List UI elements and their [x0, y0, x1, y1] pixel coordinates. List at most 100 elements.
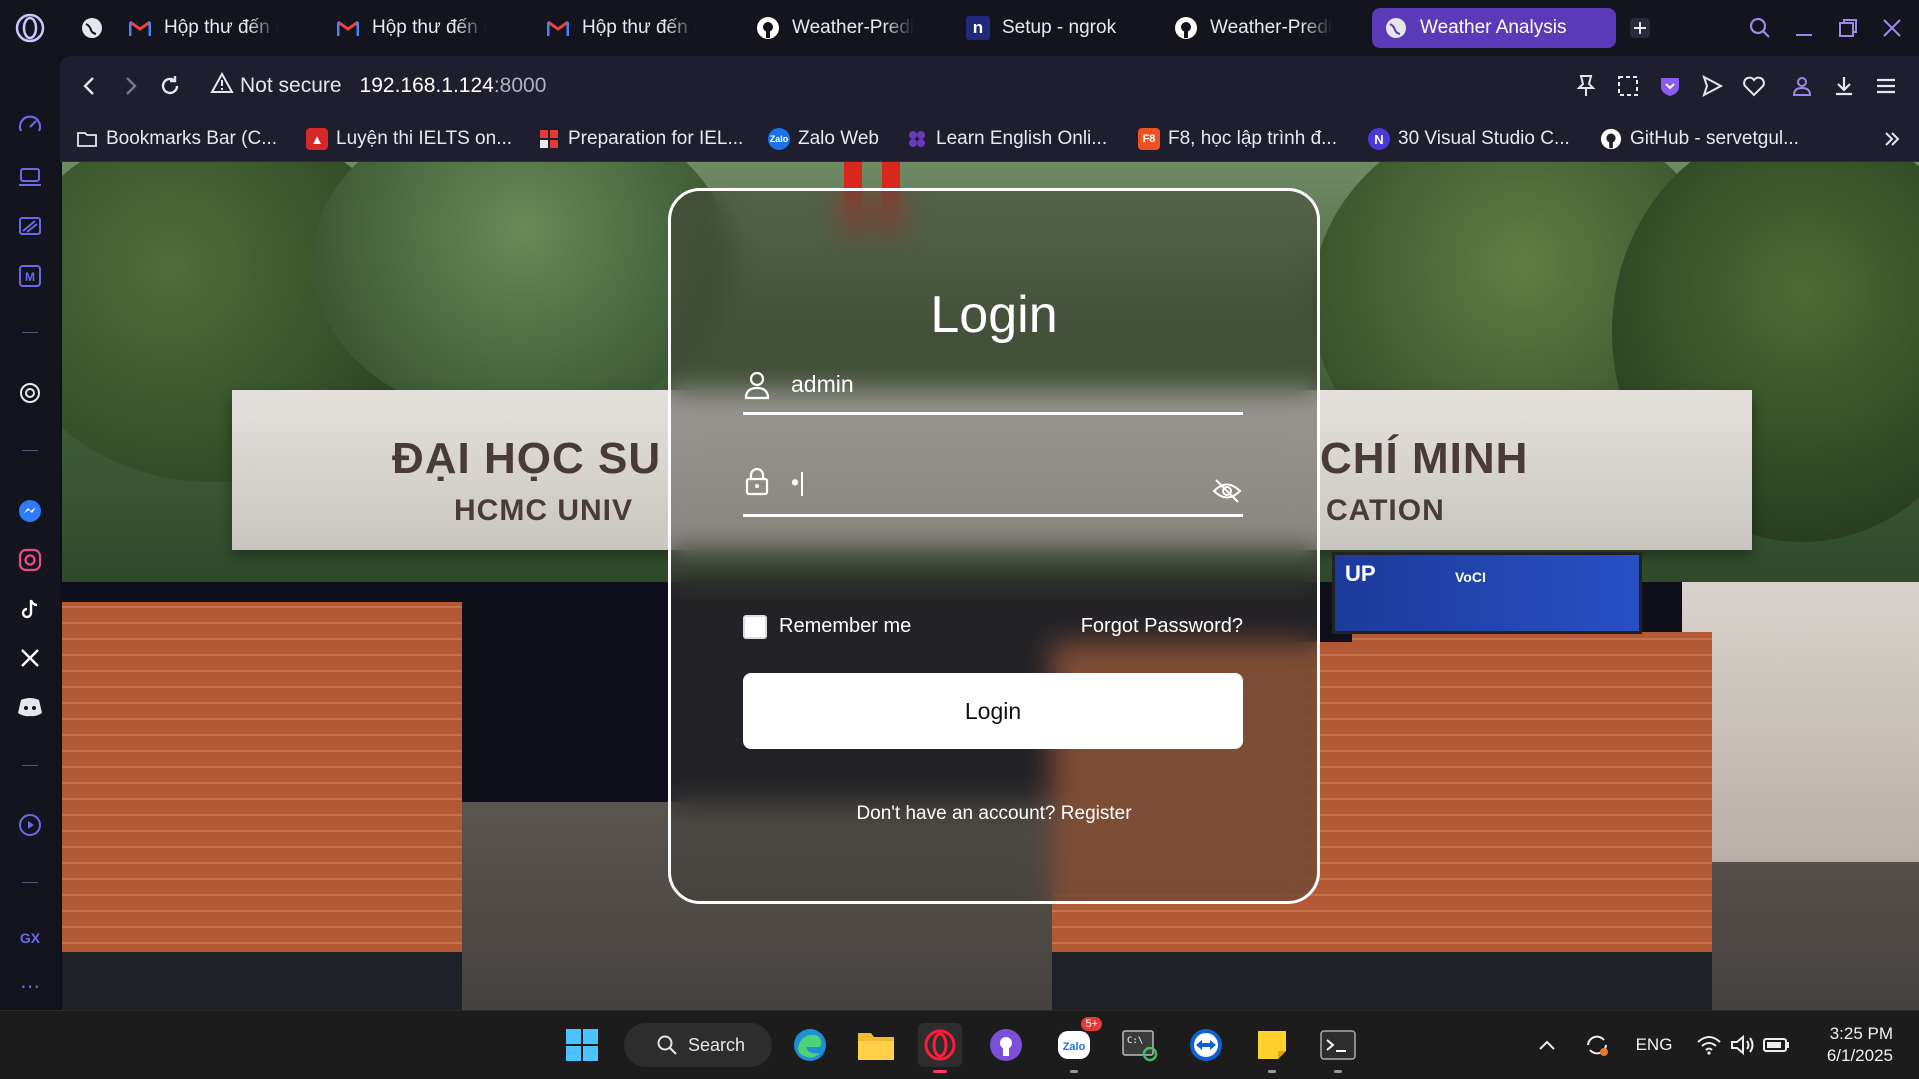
forward-arrow-icon[interactable]	[114, 70, 146, 102]
led-screen: UP VoCI	[1332, 552, 1642, 634]
warning-triangle-icon[interactable]	[210, 71, 234, 100]
sign-text: CATION	[1326, 494, 1445, 527]
bookmark-folder[interactable]: Bookmarks Bar (C...	[76, 124, 277, 154]
screen-text: UP	[1345, 561, 1376, 586]
github-desktop-icon[interactable]	[984, 1023, 1028, 1067]
sync-icon[interactable]	[1580, 1029, 1614, 1061]
username-field[interactable]: admin	[743, 359, 1243, 415]
show-hidden-icons-chevron-icon[interactable]	[1534, 1029, 1560, 1061]
bookmark-f8[interactable]: F8 F8, học lập trình đ...	[1138, 124, 1337, 154]
tab-gmail-2[interactable]: Hộp thư đến (3.6	[324, 8, 486, 48]
pin-icon[interactable]	[1570, 70, 1602, 102]
easy-setup-menu-icon[interactable]	[1870, 70, 1902, 102]
terminal-icon[interactable]	[1316, 1023, 1360, 1073]
close-window-icon[interactable]	[1874, 10, 1910, 46]
bookmark-label: Zalo Web	[798, 128, 879, 149]
learn-english-icon	[906, 128, 928, 150]
bookmark-zalo[interactable]: Zalo Zalo Web	[768, 124, 879, 154]
heart-icon[interactable]	[1738, 70, 1770, 102]
chatgpt-icon[interactable]	[14, 377, 46, 409]
discord-icon[interactable]	[14, 691, 46, 723]
x-twitter-icon[interactable]	[14, 642, 46, 674]
tab-github-1[interactable]: Weather-Predict	[744, 8, 914, 48]
tab-gmail-1[interactable]: Hộp thư đến (1.7	[116, 8, 278, 48]
bookmark-ielts[interactable]: ▲ Luyện thi IELTS on...	[306, 124, 512, 154]
download-icon[interactable]	[1828, 70, 1860, 102]
lock-icon	[743, 465, 771, 497]
url-host: 192.168.1.124	[359, 74, 494, 97]
bookmark-label: Preparation for IEL...	[568, 128, 744, 149]
tab-weather-analysis[interactable]: Weather Analysis	[1372, 8, 1616, 48]
workspaces-icon[interactable]	[14, 210, 46, 242]
tab-gmail-3[interactable]: Hộp thư đến (56	[534, 8, 696, 48]
forgot-password-link[interactable]: Forgot Password?	[1081, 615, 1243, 638]
remember-me-label[interactable]: Remember me	[779, 615, 911, 638]
aria-icon[interactable]	[14, 160, 46, 192]
instagram-icon[interactable]	[14, 544, 46, 576]
messenger-icon[interactable]	[14, 495, 46, 527]
tiktok-icon[interactable]	[14, 593, 46, 625]
minimize-icon[interactable]	[1786, 10, 1822, 46]
username-input[interactable]: admin	[791, 371, 854, 398]
login-button[interactable]: Login	[743, 673, 1243, 749]
tab-github-2[interactable]: Weather-Predict	[1162, 8, 1332, 48]
edge-icon[interactable]	[788, 1023, 832, 1067]
teamviewer-icon[interactable]	[1184, 1023, 1228, 1067]
bookmark-vscode[interactable]: N 30 Visual Studio C...	[1368, 124, 1570, 154]
sign-text: CHÍ MINH	[1320, 434, 1529, 483]
speed-dial-icon[interactable]	[14, 110, 46, 142]
gmail-icon	[128, 16, 152, 40]
mail-app-icon[interactable]: M	[14, 260, 46, 292]
system-clock[interactable]: 3:25 PM 6/1/2025	[1827, 1023, 1893, 1067]
windows-start-icon[interactable]	[560, 1023, 604, 1067]
profile-icon[interactable]	[1786, 70, 1818, 102]
send-flow-icon[interactable]	[1696, 70, 1728, 102]
reload-icon[interactable]	[154, 70, 186, 102]
more-icon[interactable]: ⋯	[14, 970, 46, 1002]
address-bar[interactable]: Not secure 192.168.1.124:8000	[210, 70, 546, 102]
gmail-icon	[546, 16, 570, 40]
login-title: Login	[930, 286, 1058, 344]
zalo-taskbar-icon[interactable]: Zalo 5+	[1052, 1017, 1102, 1073]
remember-me-checkbox[interactable]	[743, 615, 767, 639]
password-input[interactable]: •	[791, 469, 804, 496]
password-field[interactable]: •	[743, 447, 1243, 517]
opera-logo-icon[interactable]	[14, 12, 46, 44]
sign-text: ĐẠI HỌC SU	[392, 434, 662, 483]
github-icon	[1174, 16, 1198, 40]
new-tab-plus-icon[interactable]	[1622, 10, 1658, 46]
battery-icon[interactable]	[1762, 1029, 1792, 1061]
bookmark-github[interactable]: GitHub - servetgul...	[1600, 124, 1799, 154]
player-icon[interactable]	[14, 809, 46, 841]
ielts-icon: ▲	[306, 128, 328, 150]
zalo-notification-badge: 5+	[1081, 1017, 1102, 1031]
search-icon	[657, 1035, 677, 1055]
back-arrow-icon[interactable]	[74, 70, 106, 102]
bookmark-learn-english[interactable]: Learn English Onli...	[906, 124, 1107, 154]
folder-icon	[76, 128, 98, 150]
sidebar-divider	[22, 882, 38, 883]
file-explorer-icon[interactable]	[854, 1023, 898, 1067]
bookmark-ielts-prep[interactable]: Preparation for IEL...	[538, 124, 743, 154]
register-link[interactable]: Don't have an account? Register	[671, 803, 1317, 825]
tab-ngrok[interactable]: n Setup - ngrok	[954, 8, 1124, 48]
browser-sidebar: M GX ⋯	[0, 0, 60, 1010]
sticky-notes-icon[interactable]	[1250, 1023, 1294, 1073]
volume-icon[interactable]	[1728, 1029, 1758, 1061]
snapshot-globe-icon[interactable]	[74, 10, 110, 46]
security-status[interactable]: Not secure	[240, 74, 342, 98]
gx-icon[interactable]: GX	[14, 922, 46, 954]
snapshot-icon[interactable]	[1612, 70, 1644, 102]
tab-search-icon[interactable]	[1742, 10, 1778, 46]
taskbar-search[interactable]: Search	[624, 1023, 772, 1067]
vpn-shield-icon[interactable]	[1654, 70, 1686, 102]
bookmarks-overflow-icon[interactable]	[1882, 124, 1902, 154]
language-indicator[interactable]: ENG	[1632, 1029, 1676, 1061]
opera-gx-taskbar-icon[interactable]	[918, 1023, 962, 1073]
wifi-icon[interactable]	[1694, 1029, 1724, 1061]
tab-label: Setup - ngrok	[1002, 17, 1117, 38]
eye-slash-icon[interactable]	[1211, 475, 1243, 507]
command-prompt-icon[interactable]: C:\	[1118, 1023, 1162, 1067]
restore-icon[interactable]	[1830, 10, 1866, 46]
bookmarks-bar: Bookmarks Bar (C... ▲ Luyện thi IELTS on…	[60, 116, 1919, 162]
